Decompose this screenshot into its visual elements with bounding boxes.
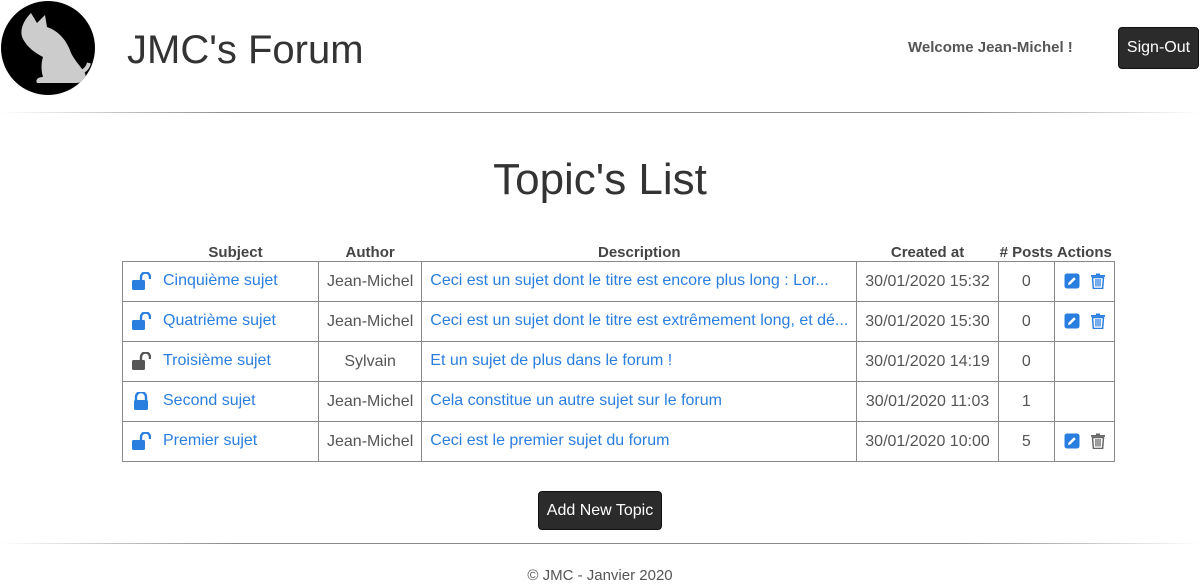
cell-author: Jean-Michel [317,261,423,302]
column-header-created-at: Created at [890,244,965,261]
cell-posts: 0 [997,261,1055,302]
cell-created-at: 30/01/2020 10:00 [856,421,999,462]
topic-description-link[interactable]: Et un sujet de plus dans le forum ! [430,352,672,370]
cell-actions [1053,261,1115,302]
cell-description: Cela constitue un autre sujet sur le for… [421,381,858,422]
cell-subject: Troisième sujet [122,341,319,382]
cell-subject: Cinquième sujet [122,261,319,302]
sign-out-button[interactable]: Sign-Out [1118,27,1199,69]
cell-created-at: 30/01/2020 11:03 [856,381,999,422]
topic-subject-link[interactable]: Second sujet [163,393,256,410]
add-new-topic-button[interactable]: Add New Topic [538,491,662,530]
cell-description: Ceci est le premier sujet du forum [421,421,858,462]
cell-posts: 5 [997,421,1055,462]
lock-open-icon[interactable] [131,351,152,371]
cell-author: Jean-Michel [317,381,423,422]
lock-open-icon[interactable] [131,311,152,331]
trash-icon[interactable] [1090,433,1106,450]
cell-subject: Second sujet [122,381,319,422]
table-header-row: Subject Author Description Created at # … [123,237,1115,262]
topic-subject-link[interactable]: Troisième sujet [163,353,271,370]
topic-description-link[interactable]: Cela constitue un autre sujet sur le for… [430,392,722,410]
cell-description: Ceci est un sujet dont le titre est enco… [421,261,858,302]
cell-actions [1053,381,1115,422]
topic-subject-link[interactable]: Quatrième sujet [163,313,276,330]
cell-subject: Premier sujet [122,421,319,462]
table-row: Troisième sujet Sylvain Et un sujet de plu… [122,341,1115,382]
topic-subject-link[interactable]: Premier sujet [163,433,257,450]
topic-description-link[interactable]: Ceci est le premier sujet du forum [430,432,669,450]
cell-posts: 0 [997,341,1055,382]
cell-posts: 0 [997,301,1055,342]
page-title: Topic's List [493,155,707,204]
topic-description-link[interactable]: Ceci est un sujet dont le titre est extr… [430,312,848,330]
cell-created-at: 30/01/2020 15:32 [856,261,999,302]
cell-actions [1053,301,1115,342]
edit-icon[interactable] [1064,273,1080,289]
cell-author: Sylvain [317,341,423,382]
cell-subject: Quatrième sujet [122,301,319,342]
table-row: Cinquième sujet Jean-Michel Ceci est un su… [122,261,1115,302]
cell-description: Et un sujet de plus dans le forum ! [421,341,858,382]
site-logo [1,1,95,95]
column-header-actions: Actions [1056,244,1112,261]
trash-icon[interactable] [1090,313,1106,330]
topic-subject-link[interactable]: Cinquième sujet [163,273,278,290]
cell-author: Jean-Michel [317,301,423,342]
header-divider [0,112,1200,113]
column-header-description: Description [598,244,681,261]
edit-icon[interactable] [1064,433,1080,449]
topics-table: Subject Author Description Created at # … [122,237,1115,462]
cell-created-at: 30/01/2020 15:30 [856,301,999,342]
edit-icon[interactable] [1064,313,1080,329]
cell-posts: 1 [997,381,1055,422]
lock-open-icon[interactable] [131,271,152,291]
cell-description: Ceci est un sujet dont le titre est extr… [421,301,858,342]
table-row: Quatrième sujet Jean-Michel Ceci est un su… [122,301,1115,342]
lock-open-icon[interactable] [131,431,152,451]
site-title: JMC's Forum [127,28,364,72]
table-row: Premier sujet Jean-Michel Ceci est le prem… [122,421,1115,462]
trash-icon[interactable] [1090,273,1106,290]
cell-actions [1053,341,1115,382]
welcome-message: Welcome Jean-Michel ! [908,39,1073,56]
column-header-author: Author [345,244,395,261]
column-header-posts: # Posts [999,244,1053,261]
footer-divider [0,543,1200,544]
table-row: Second sujet Jean-Michel Cela constitue un… [122,381,1115,422]
cell-author: Jean-Michel [317,421,423,462]
topic-description-link[interactable]: Ceci est un sujet dont le titre est enco… [430,272,828,290]
column-header-subject: Subject [208,244,263,261]
cell-created-at: 30/01/2020 14:19 [856,341,999,382]
cell-actions [1053,421,1115,462]
lock-closed-icon[interactable] [131,391,151,411]
footer-text: © JMC - Janvier 2020 [527,567,673,584]
